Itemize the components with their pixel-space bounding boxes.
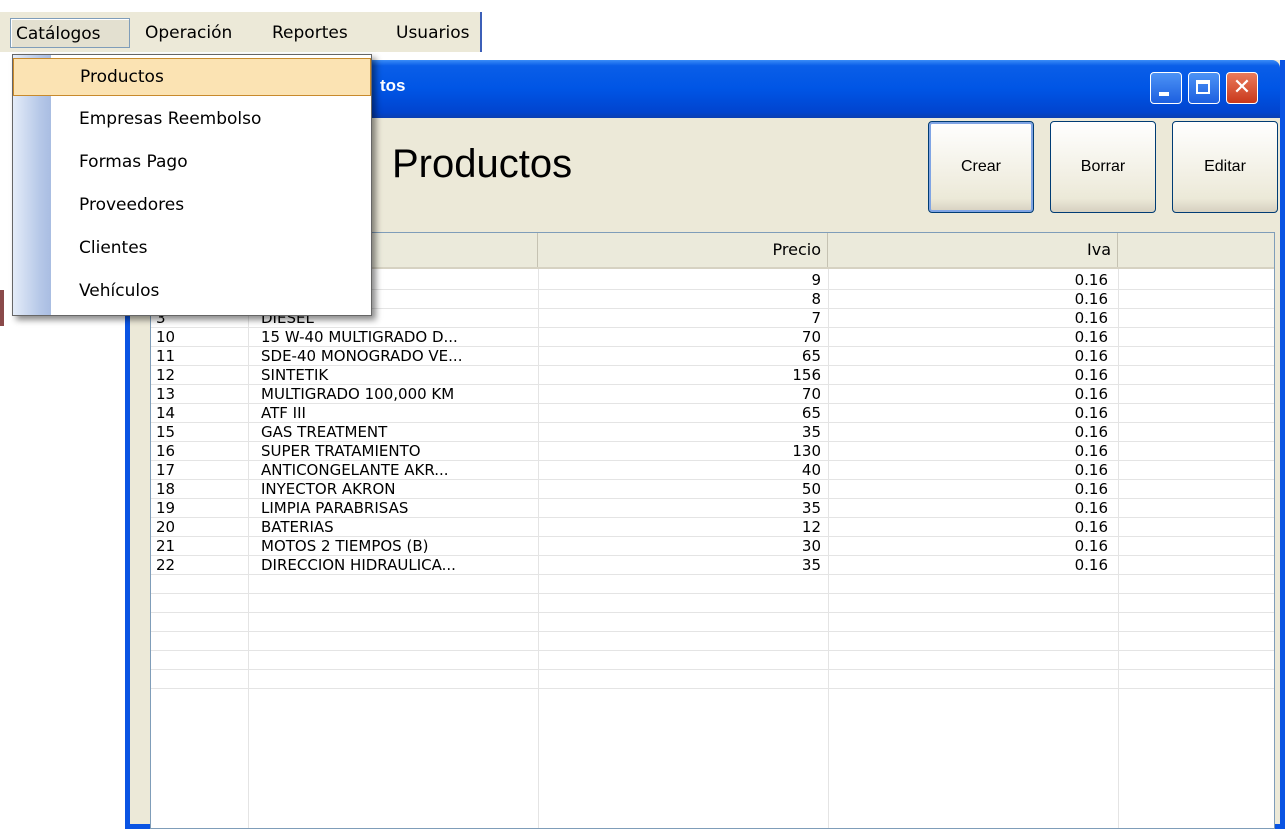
empty-table-row[interactable]	[151, 632, 1274, 651]
minimize-icon	[1159, 92, 1169, 96]
close-button[interactable]: ✕	[1226, 72, 1258, 104]
menu-item-productos[interactable]: Productos	[13, 58, 371, 96]
cell-iva: 0.16	[1074, 423, 1108, 441]
empty-table-row[interactable]	[151, 651, 1274, 670]
productos-grid[interactable]: Precio Iva 9 0.16 8 0.16 3 DIESEL 7 0.16 10 15 W-…	[150, 232, 1275, 829]
cell-iva: 0.16	[1074, 442, 1108, 460]
window-title: tos	[380, 76, 406, 95]
menu-usuarios[interactable]: Usuarios	[391, 18, 474, 48]
table-row[interactable]: 22 DIRECCION HIDRAULICA... 35 0.16	[151, 556, 1274, 575]
crear-button[interactable]: Crear	[928, 121, 1034, 213]
table-row[interactable]: 15 GAS TREATMENT 35 0.16	[151, 423, 1274, 442]
maximize-icon	[1196, 80, 1210, 94]
table-row[interactable]: 12 SINTETIK 156 0.16	[151, 366, 1274, 385]
menu-item-formas-pago[interactable]: Formas Pago	[13, 143, 371, 181]
table-row[interactable]: 16 SUPER TRATAMIENTO 130 0.16	[151, 442, 1274, 461]
table-row[interactable]: 13 MULTIGRADO 100,000 KM 70 0.16	[151, 385, 1274, 404]
table-row[interactable]: 10 15 W-40 MULTIGRADO D... 70 0.16	[151, 328, 1274, 347]
cell-iva: 0.16	[1074, 556, 1108, 574]
menu-item-proveedores[interactable]: Proveedores	[13, 186, 371, 224]
cell-iva: 0.16	[1074, 404, 1108, 422]
cell-iva: 0.16	[1074, 328, 1108, 346]
menu-item-empresas-reembolso[interactable]: Empresas Reembolso	[13, 100, 371, 138]
menu-bar: Catálogos Operación Reportes Usuarios	[0, 12, 482, 52]
maximize-button[interactable]	[1188, 72, 1220, 104]
page-title: Productos	[392, 142, 573, 186]
cell-iva: 0.16	[1074, 480, 1108, 498]
menu-item-vehiculos[interactable]: Vehículos	[13, 272, 371, 310]
cell-iva: 0.16	[1074, 461, 1108, 479]
menu-operacion[interactable]: Operación	[140, 18, 237, 48]
borrar-button[interactable]: Borrar	[1050, 121, 1156, 213]
table-row[interactable]: 19 LIMPIA PARABRISAS 35 0.16	[151, 499, 1274, 518]
cell-iva: 0.16	[1074, 518, 1108, 536]
cell-iva: 0.16	[1074, 366, 1108, 384]
table-row[interactable]: 21 MOTOS 2 TIEMPOS (B) 30 0.16	[151, 537, 1274, 556]
editar-button[interactable]: Editar	[1172, 121, 1278, 213]
cell-iva: 0.16	[1074, 499, 1108, 517]
table-row[interactable]: 18 INYECTOR AKRON 50 0.16	[151, 480, 1274, 499]
empty-table-row[interactable]	[151, 613, 1274, 632]
close-icon: ✕	[1232, 75, 1252, 100]
cell-iva: 0.16	[1074, 537, 1108, 555]
empty-table-row[interactable]	[151, 594, 1274, 613]
minimize-button[interactable]	[1150, 72, 1182, 104]
empty-table-row[interactable]	[151, 575, 1274, 594]
table-row[interactable]: 11 SDE-40 MONOGRADO VE... 65 0.16	[151, 347, 1274, 366]
table-row[interactable]: 14 ATF III 65 0.16	[151, 404, 1274, 423]
menu-reportes[interactable]: Reportes	[267, 18, 353, 48]
background-window-edge	[0, 290, 4, 326]
column-header-precio[interactable]: Precio	[538, 233, 828, 267]
catalogos-dropdown: Productos Empresas Reembolso Formas Pago…	[12, 54, 372, 316]
menu-item-clientes[interactable]: Clientes	[13, 229, 371, 267]
cell-iva: 0.16	[1074, 347, 1108, 365]
table-row[interactable]: 20 BATERIAS 12 0.16	[151, 518, 1274, 537]
table-row[interactable]: 17 ANTICONGELANTE AKR... 40 0.16	[151, 461, 1274, 480]
menu-catalogos[interactable]: Catálogos	[10, 18, 130, 48]
empty-table-row[interactable]	[151, 670, 1274, 689]
cell-iva: 0.16	[1074, 385, 1108, 403]
column-header-iva[interactable]: Iva	[828, 233, 1118, 267]
